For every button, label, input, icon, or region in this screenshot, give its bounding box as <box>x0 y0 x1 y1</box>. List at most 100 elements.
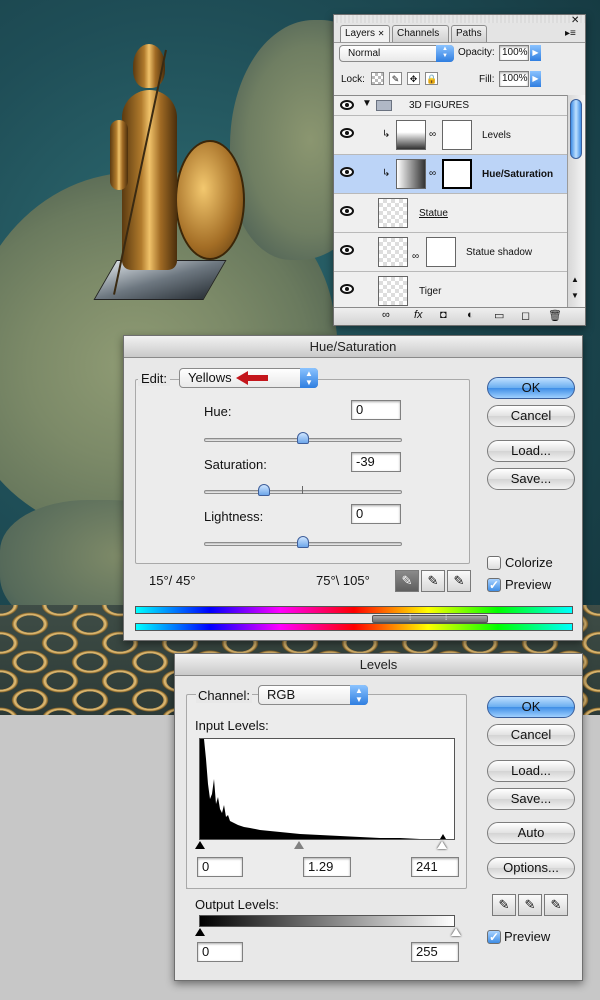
eye-icon[interactable] <box>340 100 354 110</box>
tab-layers[interactable]: Layers ✕ <box>340 25 390 43</box>
panel-menu-icon[interactable]: ▸≡ <box>565 28 576 39</box>
preview-label: Preview <box>505 577 552 592</box>
input-white-field[interactable]: 241 <box>411 857 459 877</box>
adjustment-layer-icon[interactable]: ◐ <box>467 309 474 321</box>
fx-icon[interactable]: fx <box>414 309 423 321</box>
lightness-slider-thumb[interactable] <box>297 536 309 548</box>
lock-image-icon[interactable]: ✎ <box>389 72 402 85</box>
preview-checkbox[interactable]: ✓ <box>487 578 501 592</box>
eyedropper-plus-icon[interactable]: ✎ <box>421 570 445 592</box>
eye-icon[interactable] <box>340 284 354 294</box>
input-gamma-field[interactable]: 1.29 <box>303 857 351 877</box>
hue-field[interactable]: 0 <box>351 400 401 420</box>
trash-icon[interactable]: 🗑 <box>548 309 562 322</box>
edit-label: Edit: <box>138 371 171 386</box>
hue-slider-thumb[interactable] <box>297 432 309 444</box>
layer-row-hue-saturation[interactable]: ↳ ∞ Hue/Saturation <box>334 155 567 194</box>
input-black-field[interactable]: 0 <box>197 857 243 877</box>
cancel-button[interactable]: Cancel <box>487 724 575 746</box>
saturation-slider-track[interactable] <box>204 490 402 494</box>
channel-select[interactable]: RGB ▲ ▼ <box>258 685 368 705</box>
layer-mask-thumbnail[interactable] <box>442 159 472 189</box>
scroll-up-icon[interactable]: ▲ <box>571 275 579 284</box>
ok-button[interactable]: OK <box>487 377 575 399</box>
lightness-field[interactable]: 0 <box>351 504 401 524</box>
disclosure-triangle-icon[interactable]: ▼ <box>362 98 372 109</box>
layer-row-levels[interactable]: ↳ ∞ Levels <box>334 116 567 155</box>
blend-mode-select[interactable]: Normal ▲ ▼ <box>339 45 454 62</box>
eyedropper-icon[interactable]: ✎ <box>395 570 419 592</box>
lock-transparency-icon[interactable] <box>371 72 384 85</box>
layer-row-group[interactable]: ▼ 3D FIGURES <box>334 96 567 116</box>
output-black-slider[interactable] <box>195 928 205 936</box>
close-icon[interactable]: ✕ <box>571 15 579 26</box>
ok-button[interactable]: OK <box>487 696 575 718</box>
dialog-title: Hue/Saturation <box>124 336 582 358</box>
layer-thumbnail <box>378 198 408 228</box>
new-layer-icon[interactable]: ◻ <box>521 309 530 322</box>
add-mask-icon[interactable]: ◘ <box>440 309 447 321</box>
link-layers-icon[interactable]: ∞ <box>382 309 390 321</box>
layer-name: Statue <box>419 208 448 219</box>
red-arrow-icon <box>236 371 268 385</box>
layer-mask-thumbnail[interactable] <box>442 120 472 150</box>
auto-button[interactable]: Auto <box>487 822 575 844</box>
preview-checkbox[interactable]: ✓ <box>487 930 501 944</box>
fill-field[interactable]: 100% <box>499 71 529 87</box>
saturation-field[interactable]: -39 <box>351 452 401 472</box>
range-marker-right-icon[interactable]: ⁞ <box>445 613 447 622</box>
eyedropper-minus-icon[interactable]: ✎ <box>447 570 471 592</box>
opacity-slider-button[interactable]: ▶ <box>530 45 541 61</box>
black-eyedropper-icon[interactable]: ✎ <box>492 894 516 916</box>
eye-icon[interactable] <box>340 167 354 177</box>
layer-row-tiger[interactable]: Tiger <box>334 272 567 307</box>
white-eyedropper-icon[interactable]: ✎ <box>544 894 568 916</box>
lock-position-icon[interactable]: ✥ <box>407 72 420 85</box>
output-black-field[interactable]: 0 <box>197 942 243 962</box>
input-levels-label: Input Levels: <box>195 718 269 733</box>
input-white-slider[interactable] <box>437 841 447 849</box>
layers-scrollbar[interactable]: ▲ ▼ <box>567 95 585 307</box>
options-button[interactable]: Options... <box>487 857 575 879</box>
folder-icon <box>376 100 392 111</box>
save-button[interactable]: Save... <box>487 468 575 490</box>
scroll-down-icon[interactable]: ▼ <box>571 291 579 300</box>
output-white-field[interactable]: 255 <box>411 942 459 962</box>
hue-label: Hue: <box>204 404 232 419</box>
divider <box>186 888 461 889</box>
opacity-field[interactable]: 100% <box>499 45 529 61</box>
load-button[interactable]: Load... <box>487 760 575 782</box>
scrollbar-thumb[interactable] <box>570 99 582 159</box>
lock-all-icon[interactable]: 🔒 <box>425 72 438 85</box>
eye-icon[interactable] <box>340 128 354 138</box>
histogram <box>199 738 455 840</box>
input-gamma-slider[interactable] <box>294 841 304 849</box>
tab-paths[interactable]: Paths <box>451 25 487 43</box>
save-button[interactable]: Save... <box>487 788 575 810</box>
saturation-slider-thumb[interactable] <box>258 484 270 496</box>
gray-eyedropper-icon[interactable]: ✎ <box>518 894 542 916</box>
layer-row-statue-shadow[interactable]: ∞ Statue shadow <box>334 233 567 272</box>
cancel-button[interactable]: Cancel <box>487 405 575 427</box>
fill-slider-button[interactable]: ▶ <box>530 71 541 87</box>
range-marker-left-icon[interactable]: ⁞ <box>409 613 411 622</box>
saturation-center-tick <box>302 486 303 494</box>
layer-row-statue[interactable]: Statue <box>334 194 567 233</box>
new-group-icon[interactable]: ▭ <box>494 309 504 322</box>
range-selector[interactable]: ⁞ ⁞ <box>372 613 488 623</box>
statue-arm <box>110 120 128 190</box>
panel-grip[interactable] <box>334 15 585 23</box>
blend-mode-arrows-icon: ▲ ▼ <box>436 45 454 62</box>
hue-saturation-dialog: Hue/Saturation Edit: Yellows ▲ ▼ Hue: 0 S… <box>123 335 583 641</box>
input-black-slider[interactable] <box>195 841 205 849</box>
link-icon: ∞ <box>429 168 437 179</box>
eye-icon[interactable] <box>340 245 354 255</box>
layer-mask-thumbnail[interactable] <box>426 237 456 267</box>
load-button[interactable]: Load... <box>487 440 575 462</box>
tab-channels[interactable]: Channels <box>392 25 449 43</box>
eye-icon[interactable] <box>340 206 354 216</box>
colorize-checkbox[interactable] <box>487 556 501 570</box>
layer-name: Tiger <box>419 286 442 297</box>
link-icon: ∞ <box>429 129 437 140</box>
output-white-slider[interactable] <box>451 928 461 936</box>
